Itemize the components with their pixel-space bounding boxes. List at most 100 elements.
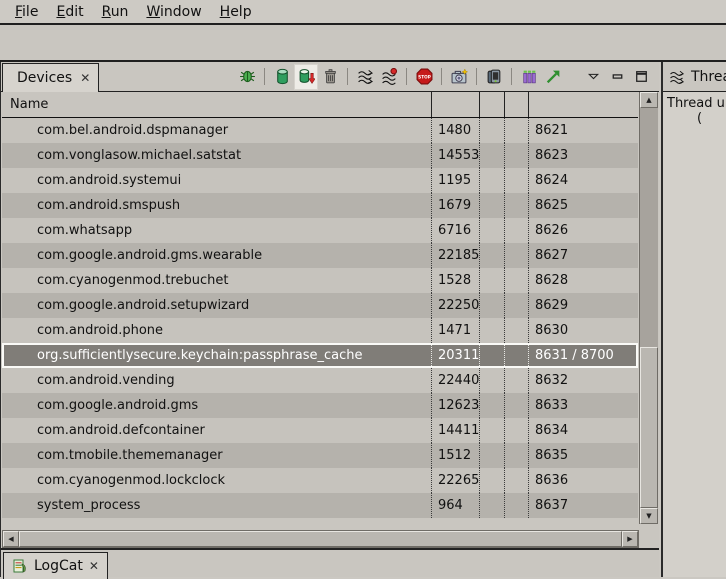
- cell-port: 8633: [528, 393, 638, 418]
- menu-window[interactable]: Window: [137, 2, 210, 22]
- column-header-4[interactable]: [504, 92, 528, 117]
- minimize-icon: [609, 68, 626, 85]
- cell-name: com.android.smspush: [2, 193, 431, 218]
- cell-pid: 1512: [431, 443, 479, 468]
- device-panel-icon: [486, 68, 503, 85]
- table-row[interactable]: org.sufficientlysecure.keychain:passphra…: [2, 343, 638, 368]
- menu-help[interactable]: Help: [211, 2, 261, 22]
- cell-pid: 1471: [431, 318, 479, 343]
- minimize-button[interactable]: [606, 65, 628, 89]
- threads-view: Threads Thread up (: [663, 62, 726, 577]
- cell-port: 8626: [528, 218, 638, 243]
- cell-pid: 14553: [431, 143, 479, 168]
- debug-process-button[interactable]: [236, 65, 258, 89]
- scroll-up-button[interactable]: ▲: [640, 92, 658, 108]
- table-row[interactable]: com.bel.android.dspmanager14808621: [2, 118, 638, 143]
- cell-port: 8621: [528, 118, 638, 143]
- maximize-icon: [633, 68, 650, 85]
- toolbar-separator: [511, 68, 512, 85]
- table-row[interactable]: com.whatsapp6716 8626: [2, 218, 638, 243]
- cell-pid: 1480: [431, 118, 479, 143]
- cell-port: 8630: [528, 318, 638, 343]
- threads-message-line2: (: [667, 111, 726, 126]
- cell-name: com.google.android.gms.wearable: [2, 243, 431, 268]
- cell-c3: [479, 393, 504, 418]
- cell-pid: 20311: [431, 343, 479, 368]
- column-header-3[interactable]: [479, 92, 504, 117]
- cell-name: com.android.vending: [2, 368, 431, 393]
- table-row[interactable]: com.android.defcontainer144118634: [2, 418, 638, 443]
- scroll-left-button[interactable]: ◀: [3, 531, 19, 547]
- scrollbar-corner: [639, 524, 658, 550]
- hierarchy-view-button[interactable]: [518, 65, 540, 89]
- cell-name: com.whatsapp: [2, 218, 431, 243]
- cell-name: org.sufficientlysecure.keychain:passphra…: [2, 343, 431, 368]
- cell-c3: [479, 368, 504, 393]
- dump-hprof-button[interactable]: [295, 65, 317, 89]
- start-method-profiling-button[interactable]: [378, 65, 400, 89]
- cell-c3: [479, 118, 504, 143]
- table-row[interactable]: com.android.vending224408632: [2, 368, 638, 393]
- column-header-port[interactable]: [528, 92, 638, 117]
- tab-logcat[interactable]: LogCat ✕: [3, 552, 108, 579]
- cell-c4: [504, 368, 528, 393]
- start-tracing-button[interactable]: [542, 65, 564, 89]
- table-row[interactable]: com.cyanogenmod.trebuchet15288628: [2, 268, 638, 293]
- devices-toolbar: STOP: [236, 62, 652, 91]
- tab-logcat-label: LogCat: [34, 558, 83, 574]
- update-heap-button[interactable]: [271, 65, 293, 89]
- device-panel-button[interactable]: [483, 65, 505, 89]
- table-row[interactable]: com.android.phone14718630: [2, 318, 638, 343]
- stop-process-button[interactable]: STOP: [413, 65, 435, 89]
- cell-c4: [504, 343, 528, 368]
- main-area: Devices ✕ STOP: [0, 62, 726, 577]
- cell-c3: [479, 493, 504, 518]
- view-menu-button[interactable]: [582, 65, 604, 89]
- menu-edit[interactable]: Edit: [47, 2, 92, 22]
- tab-devices[interactable]: Devices ✕: [2, 63, 99, 92]
- camera-icon: [451, 68, 468, 85]
- hscroll-thumb[interactable]: [19, 531, 622, 547]
- close-icon[interactable]: ✕: [89, 559, 99, 573]
- table-row[interactable]: com.google.android.setupwizard222508629: [2, 293, 638, 318]
- trash-icon: [322, 68, 339, 85]
- table-row[interactable]: com.android.systemui11958624: [2, 168, 638, 193]
- vertical-scrollbar[interactable]: ▲ ▼: [639, 92, 658, 524]
- toolbar-separator: [406, 68, 407, 85]
- cell-c4: [504, 418, 528, 443]
- maximize-button[interactable]: [630, 65, 652, 89]
- column-header-pid[interactable]: [431, 92, 479, 117]
- cell-c3: [479, 343, 504, 368]
- close-icon[interactable]: ✕: [80, 71, 90, 85]
- cell-c4: [504, 493, 528, 518]
- hprof-dump-icon: [298, 68, 315, 85]
- cell-c4: [504, 243, 528, 268]
- cell-pid: 14411: [431, 418, 479, 443]
- screen-capture-button[interactable]: [448, 65, 470, 89]
- cell-pid: 6716: [431, 218, 479, 243]
- column-header-name[interactable]: Name: [2, 92, 431, 117]
- cell-port: 8629: [528, 293, 638, 318]
- table-row[interactable]: com.tmobile.thememanager15128635: [2, 443, 638, 468]
- menu-file[interactable]: File: [6, 2, 47, 22]
- table-row[interactable]: com.android.smspush16798625: [2, 193, 638, 218]
- scroll-right-button[interactable]: ▶: [622, 531, 638, 547]
- toolbar-separator: [441, 68, 442, 85]
- table-row[interactable]: system_process9648637: [2, 493, 638, 518]
- cause-gc-button[interactable]: [319, 65, 341, 89]
- scroll-down-button[interactable]: ▼: [640, 508, 658, 524]
- table-row[interactable]: com.cyanogenmod.lockclock222658636: [2, 468, 638, 493]
- vscroll-thumb[interactable]: [640, 347, 658, 508]
- menu-run[interactable]: Run: [93, 2, 138, 22]
- cell-c4: [504, 143, 528, 168]
- cell-c3: [479, 468, 504, 493]
- table-row[interactable]: com.vonglasow.michael.satstat145538623: [2, 143, 638, 168]
- cell-port: 8634: [528, 418, 638, 443]
- cell-name: com.cyanogenmod.trebuchet: [2, 268, 431, 293]
- table-row[interactable]: com.google.android.gms.wearable221858627: [2, 243, 638, 268]
- update-threads-button[interactable]: [354, 65, 376, 89]
- horizontal-scrollbar[interactable]: ◀ ▶: [2, 530, 639, 548]
- tab-threads[interactable]: Threads: [663, 62, 726, 92]
- table-row[interactable]: com.google.android.gms126238633: [2, 393, 638, 418]
- cell-name: com.google.android.gms: [2, 393, 431, 418]
